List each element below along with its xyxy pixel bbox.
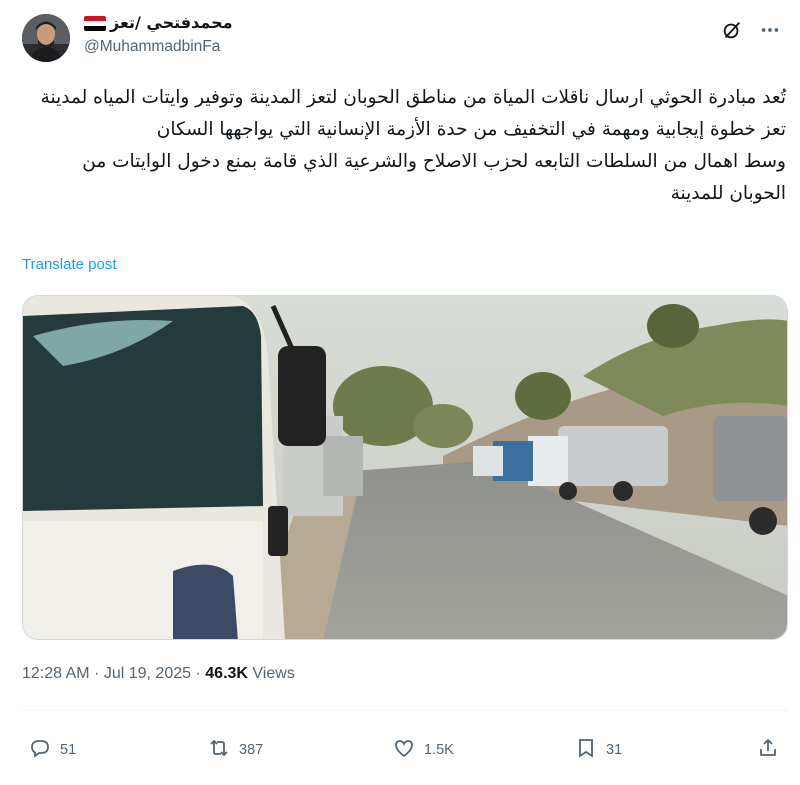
post-image[interactable] [22,295,788,640]
like-icon [392,736,416,764]
avatar[interactable] [22,14,70,62]
share-icon [756,736,780,764]
reply-button[interactable]: 51 [28,732,76,768]
post-header: محمدفتحي /تعز @MuhammadbinFa [22,12,782,72]
views-count: 46.3K [205,665,248,682]
views-label: Views [252,665,295,682]
user-handle[interactable]: @MuhammadbinFa [84,36,233,58]
post-meta: 12:28 AM · Jul 19, 2025 · 46.3K Views [22,665,295,682]
divider [22,710,788,711]
post-text: تُعد مبادرة الحوثي ارسال ناقلات المياة م… [22,82,786,210]
display-name-row[interactable]: محمدفتحي /تعز [84,12,233,34]
post-date[interactable]: Jul 19, 2025 [104,665,191,682]
display-name[interactable]: محمدفتحي /تعز [110,12,233,34]
post-paragraph: تُعد مبادرة الحوثي ارسال ناقلات المياة م… [40,87,786,140]
repost-button[interactable]: 387 [207,732,263,768]
repost-icon [207,736,231,764]
share-button[interactable] [756,732,780,768]
like-count: 1.5K [424,742,454,758]
grok-icon[interactable] [720,18,744,42]
more-icon[interactable] [758,18,782,42]
translate-post-link[interactable]: Translate post [22,256,117,273]
reply-icon [28,736,52,764]
bookmark-icon [574,736,598,764]
action-bar: 51 387 1.5K 31 [22,732,788,768]
bookmark-count: 31 [606,742,623,758]
like-button[interactable]: 1.5K [392,732,454,768]
reply-count: 51 [60,742,77,758]
post-paragraph: وسط اهمال من السلطات التابعه لحزب الاصلا… [82,151,786,204]
repost-count: 387 [239,742,264,758]
bookmark-button[interactable]: 31 [574,732,622,768]
post-time[interactable]: 12:28 AM [22,665,90,682]
yemen-flag-icon [84,15,106,31]
